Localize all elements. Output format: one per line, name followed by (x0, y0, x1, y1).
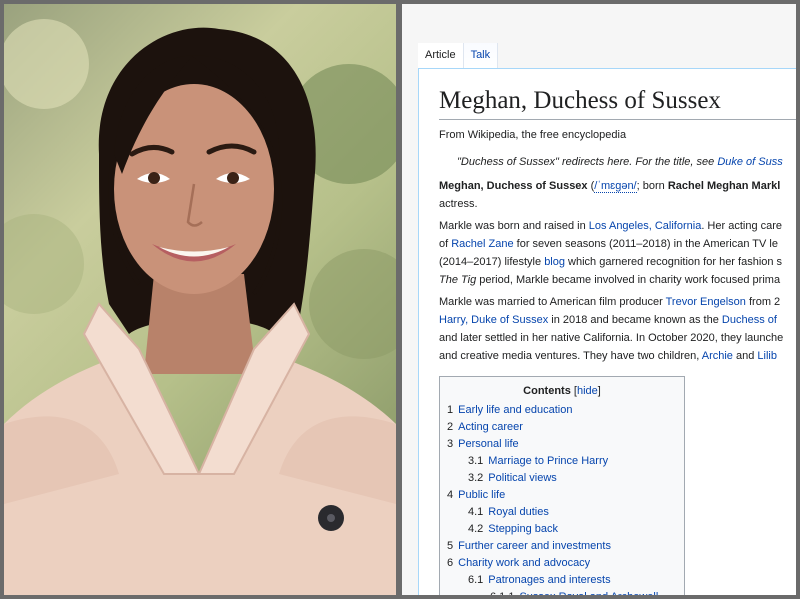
portrait-illustration (4, 19, 396, 595)
toc-link[interactable]: Acting career (458, 421, 523, 433)
toc-link[interactable]: Patronages and interests (488, 574, 610, 586)
toc-number: 6.1.1 (490, 591, 514, 595)
link-blog[interactable]: blog (544, 256, 565, 268)
toc-link[interactable]: Marriage to Prince Harry (488, 455, 608, 467)
toc-number: 4.1 (468, 506, 484, 518)
link-trevor-engelson[interactable]: Trevor Engelson (666, 296, 746, 308)
toc-number: 3 (447, 438, 454, 450)
text-span: and creative media ventures. They have t… (439, 350, 702, 362)
toc-link[interactable]: Sussex Royal and Archewell (519, 591, 658, 595)
toc-link[interactable]: Stepping back (488, 523, 558, 535)
toc-list: 1 Early life and education 2 Acting career 3… (440, 402, 684, 595)
toc-link[interactable]: Political views (488, 472, 556, 484)
ipa-pronunciation-link[interactable]: /ˈmɛɡən/ (594, 180, 637, 193)
text-span: The Tig (439, 274, 477, 286)
link-prince-harry[interactable]: Harry, Duke of Sussex (439, 314, 548, 326)
lead-line: actress. (439, 198, 478, 210)
page-title: Meghan, Duchess of Sussex (439, 87, 796, 120)
toc-item[interactable]: 5 Further career and investments (440, 538, 684, 555)
wikipedia-page: Article Talk Meghan, Duchess of Sussex F… (402, 4, 796, 595)
tab-article[interactable]: Article (418, 43, 464, 68)
text-span: of (439, 238, 452, 250)
toc-number: 5 (447, 540, 454, 552)
link-lilibet[interactable]: Lilib (757, 350, 777, 362)
link-duchess-of[interactable]: Duchess of (722, 314, 777, 326)
text-span: (2014–2017) lifestyle (439, 256, 545, 268)
toc-link[interactable]: Further career and investments (458, 540, 611, 552)
table-of-contents: Contents [hide] 1 Early life and educatio… (439, 376, 685, 595)
toc-number: 3.2 (468, 472, 484, 484)
toc-item[interactable]: 4 Public life (440, 487, 684, 504)
toc-item[interactable]: 3.2 Political views (440, 470, 684, 487)
toc-link[interactable]: Public life (458, 489, 505, 501)
toc-link[interactable]: Personal life (458, 438, 519, 450)
tab-talk[interactable]: Talk (463, 43, 499, 68)
lead-paragraph-1: Meghan, Duchess of Sussex (/ˈmɛɡən/; bor… (439, 177, 796, 213)
toc-number: 6 (447, 557, 454, 569)
toc-item[interactable]: 6.1.1 Sussex Royal and Archewell (440, 589, 684, 595)
hatnote: "Duchess of Sussex" redirects here. For … (439, 153, 796, 171)
toc-item[interactable]: 6 Charity work and advocacy (440, 555, 684, 572)
text-span: ; born (636, 180, 668, 192)
toc-item[interactable]: 3 Personal life (440, 436, 684, 453)
link-los-angeles[interactable]: Los Angeles, California (589, 220, 702, 232)
lead-line: and later settled in her native Californ… (439, 332, 784, 344)
toc-number: 2 (447, 421, 454, 433)
text-span: and (732, 350, 758, 362)
article-content: Meghan, Duchess of Sussex From Wikipedia… (418, 68, 796, 595)
text-span: for seven seasons (2011–2018) in the Ame… (513, 238, 778, 250)
text-span: in 2018 and became known as the (548, 314, 722, 326)
text-span: ] (597, 385, 601, 397)
toc-number: 3.1 (468, 455, 484, 467)
hatnote-link[interactable]: Duke of Suss (717, 156, 782, 168)
text-span: Markle was born and raised in (439, 220, 589, 232)
portrait-photo (4, 4, 396, 595)
toc-hide-button[interactable]: hide (577, 385, 598, 397)
toc-item[interactable]: 2 Acting career (440, 419, 684, 436)
toc-number: 1 (447, 404, 454, 416)
toc-link[interactable]: Early life and education (458, 404, 572, 416)
toc-item[interactable]: 4.2 Stepping back (440, 521, 684, 538)
link-archie[interactable]: Archie (702, 350, 733, 362)
lead-paragraph-2: Markle was born and raised in Los Angele… (439, 217, 796, 289)
text-span: from 2 (745, 296, 781, 308)
toc-link[interactable]: Charity work and advocacy (458, 557, 590, 569)
toc-number: 4.2 (468, 523, 484, 535)
hatnote-text: "Duchess of Sussex" redirects here. For … (457, 156, 718, 168)
toc-item[interactable]: 4.1 Royal duties (440, 504, 684, 521)
link-rachel-zane[interactable]: Rachel Zane (451, 238, 513, 250)
text-span: . Her acting care (701, 220, 783, 232)
toc-title: Contents (523, 385, 571, 397)
text-span: period, Markle became involved in charit… (476, 274, 781, 286)
subject-name: Meghan, Duchess of Sussex (439, 180, 588, 192)
text-span: which garnered recognition for her fashi… (564, 256, 783, 268)
toc-header: Contents [hide] (440, 385, 684, 397)
toc-number: 6.1 (468, 574, 484, 586)
page-tabs: Article Talk (418, 38, 499, 68)
toc-item[interactable]: 1 Early life and education (440, 402, 684, 419)
toc-item[interactable]: 3.1 Marriage to Prince Harry (440, 453, 684, 470)
birth-name: Rachel Meghan Markl (667, 180, 781, 192)
toc-item[interactable]: 6.1 Patronages and interests (440, 572, 684, 589)
lead-paragraph-3: Markle was married to American film prod… (439, 293, 796, 365)
toc-link[interactable]: Royal duties (488, 506, 549, 518)
toc-number: 4 (447, 489, 454, 501)
tagline: From Wikipedia, the free encyclopedia (439, 129, 627, 141)
text-span: Markle was married to American film prod… (439, 296, 666, 308)
